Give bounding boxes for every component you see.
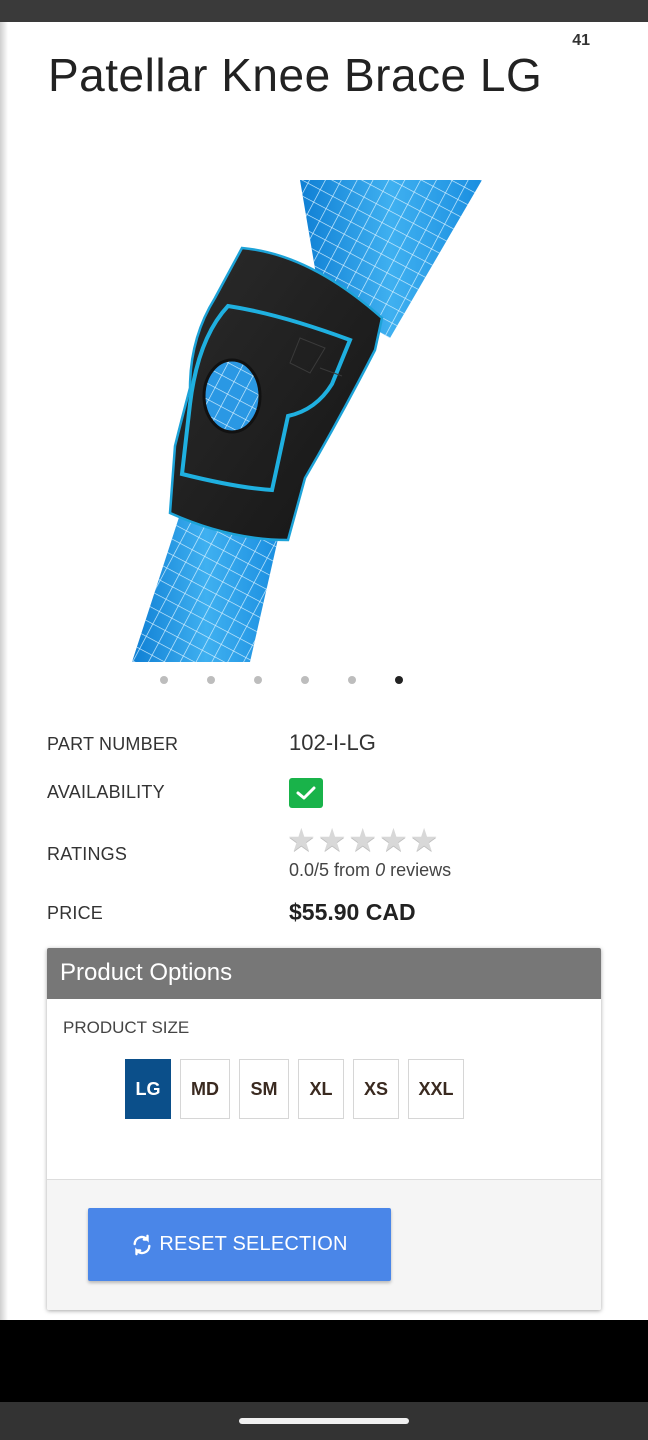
size-option-xxl[interactable]: XXL bbox=[408, 1059, 464, 1119]
refresh-icon bbox=[133, 1234, 151, 1255]
home-gesture-handle[interactable] bbox=[239, 1418, 409, 1424]
carousel-dot[interactable] bbox=[254, 676, 262, 684]
product-options-header: Product Options bbox=[47, 948, 601, 999]
rating-count: 0 bbox=[375, 860, 386, 880]
star-icon[interactable]: ★ bbox=[287, 824, 316, 856]
options-footer: RESET SELECTION bbox=[47, 1179, 601, 1310]
rating-suffix: reviews bbox=[390, 860, 452, 880]
rating-score: 0.0/5 from bbox=[289, 860, 371, 880]
product-image[interactable] bbox=[120, 178, 500, 662]
availability-row: AVAILABILITY bbox=[47, 778, 607, 812]
price-label: PRICE bbox=[47, 903, 104, 923]
navigation-bar bbox=[0, 1402, 648, 1440]
reset-selection-label: RESET SELECTION bbox=[159, 1233, 348, 1255]
ratings-label: RATINGS bbox=[47, 844, 128, 864]
size-option-xs[interactable]: XS bbox=[353, 1059, 399, 1119]
availability-check-icon bbox=[289, 778, 323, 808]
size-option-lg[interactable]: LG bbox=[125, 1059, 171, 1119]
carousel-dot[interactable] bbox=[395, 676, 403, 684]
part-number-label: PART NUMBER bbox=[47, 734, 179, 754]
reset-selection-button[interactable]: RESET SELECTION bbox=[88, 1208, 391, 1281]
image-carousel-indicators bbox=[160, 676, 403, 684]
status-bar bbox=[0, 0, 648, 22]
price-value: $55.90 CAD bbox=[289, 899, 416, 925]
ratings-row: RATINGS ★ ★ ★ ★ ★ 0.0/5 from 0 reviews bbox=[47, 824, 607, 888]
product-page: 41 Patellar Knee Brace LG PART NUMBER 10… bbox=[0, 22, 648, 1320]
part-number-row: PART NUMBER 102-I-LG bbox=[47, 730, 607, 760]
rating-summary: 0.0/5 from 0 reviews bbox=[289, 860, 451, 881]
price-row: PRICE $55.90 CAD bbox=[47, 898, 607, 930]
star-icon[interactable]: ★ bbox=[348, 824, 377, 856]
carousel-dot[interactable] bbox=[348, 676, 356, 684]
product-size-label: PRODUCT SIZE bbox=[63, 1018, 190, 1037]
page-counter: 41 bbox=[572, 32, 590, 49]
star-icon[interactable]: ★ bbox=[379, 824, 408, 856]
star-icon[interactable]: ★ bbox=[318, 824, 347, 856]
size-option-sm[interactable]: SM bbox=[239, 1059, 289, 1119]
part-number-value: 102-I-LG bbox=[289, 730, 376, 755]
rating-stars[interactable]: ★ ★ ★ ★ ★ bbox=[287, 824, 438, 856]
product-options-card: Product Options PRODUCT SIZE LG MD SM XL XS X… bbox=[47, 948, 601, 1310]
star-icon[interactable]: ★ bbox=[410, 824, 439, 856]
carousel-dot[interactable] bbox=[160, 676, 168, 684]
carousel-dot[interactable] bbox=[207, 676, 215, 684]
availability-label: AVAILABILITY bbox=[47, 782, 165, 802]
carousel-dot[interactable] bbox=[301, 676, 309, 684]
size-option-md[interactable]: MD bbox=[180, 1059, 230, 1119]
size-selector: LG MD SM XL XS XXL bbox=[125, 1059, 464, 1119]
product-title: Patellar Knee Brace LG bbox=[48, 49, 543, 101]
drawer-edge-shadow bbox=[0, 22, 8, 1320]
size-option-xl[interactable]: XL bbox=[298, 1059, 344, 1119]
